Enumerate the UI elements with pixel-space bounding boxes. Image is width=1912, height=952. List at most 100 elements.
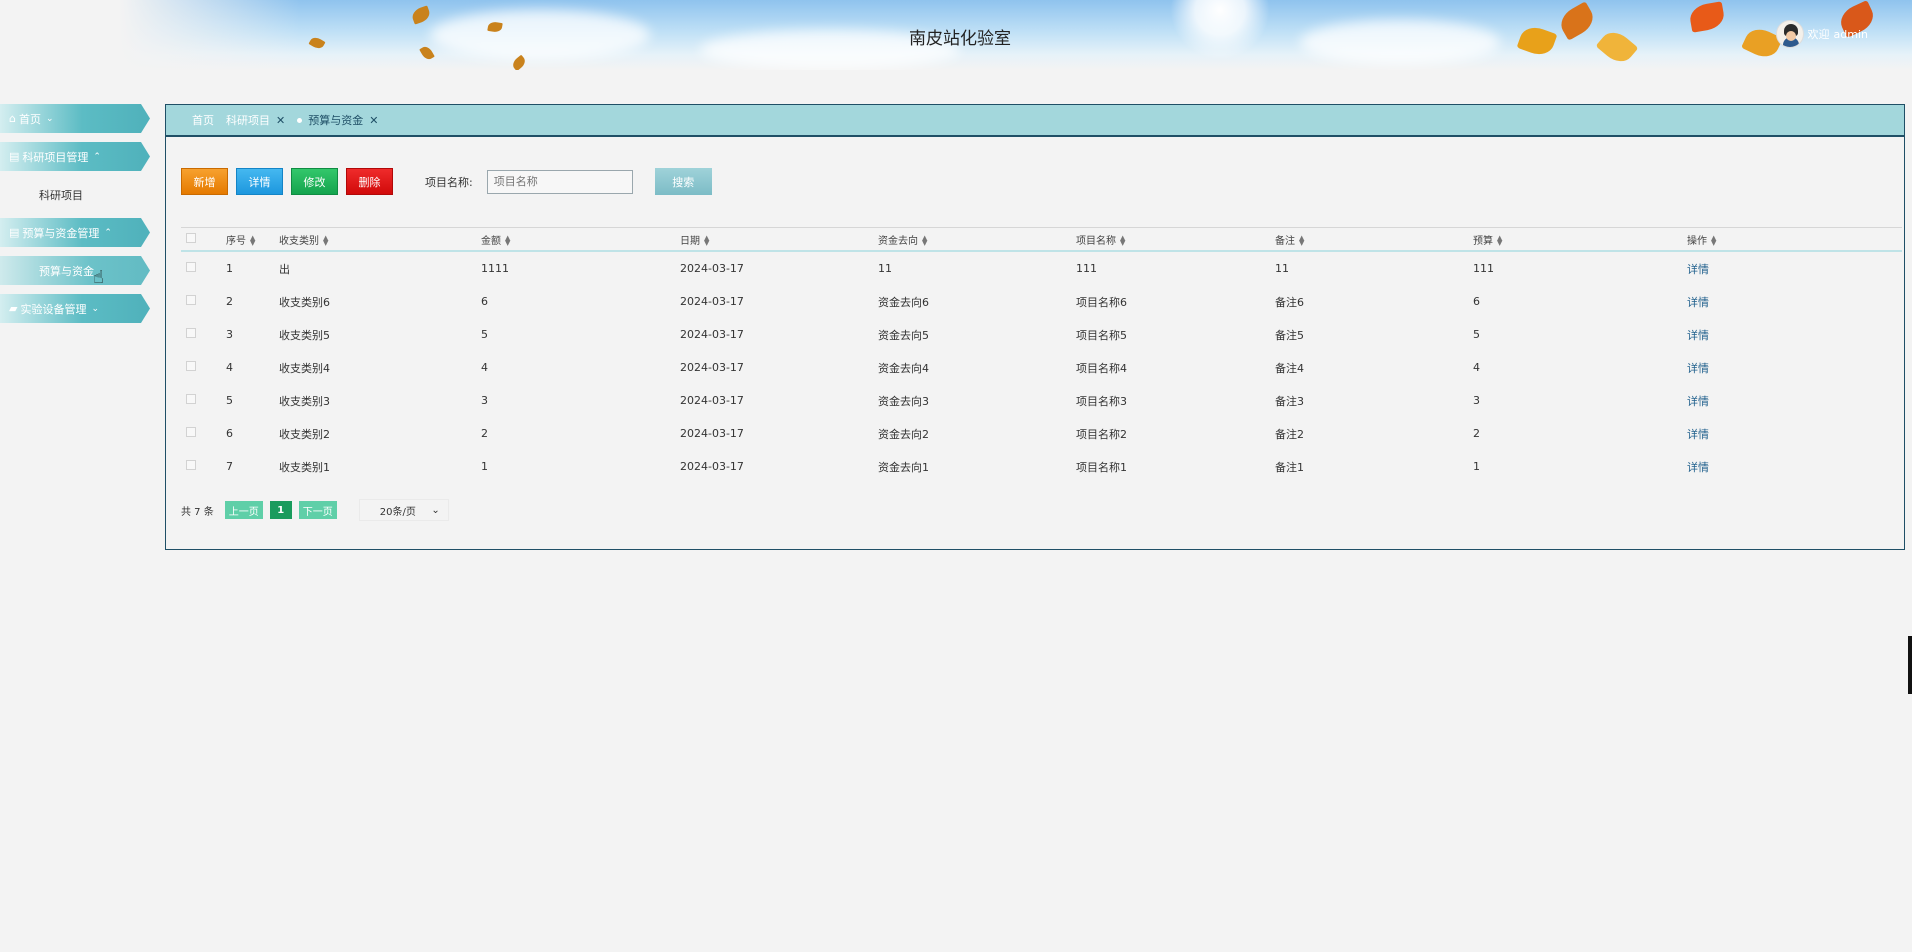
sort-icon[interactable]: ▲ ▼: [250, 234, 255, 246]
row-detail-link[interactable]: 详情: [1687, 296, 1709, 309]
sidebar-item-budget-funds[interactable]: 预算与资金: [0, 256, 150, 285]
table-cell-amount: 6: [481, 295, 488, 308]
sidebar-item-label: 科研项目管理: [22, 150, 89, 164]
table-cell-type: 收支类别2: [279, 427, 330, 441]
table-cell-flow: 资金去向4: [878, 361, 929, 375]
sort-icon[interactable]: ▲ ▼: [1299, 234, 1304, 246]
edit-button[interactable]: 修改: [291, 168, 338, 195]
sidebar-item-home[interactable]: ⌂ 首页 ⌄: [0, 104, 150, 133]
sort-icon[interactable]: ▲ ▼: [922, 234, 927, 246]
tab-label: 预算与资金: [308, 114, 364, 127]
delete-button[interactable]: 删除: [346, 168, 393, 195]
table-cell-date: 2024-03-17: [680, 460, 744, 473]
column-header-project-name[interactable]: 项目名称 ▲ ▼: [1076, 232, 1275, 247]
add-button[interactable]: 新增: [181, 168, 228, 195]
column-header-budget[interactable]: 预算 ▲ ▼: [1473, 232, 1671, 247]
table-row[interactable]: 2 收支类别6 6 2024-03-17 资金去向6 项目名称6 备注6 6 详情: [181, 285, 1902, 318]
sidebar-item-equipment-management[interactable]: ▰ 实验设备管理 ⌄: [0, 294, 150, 323]
column-header-actions[interactable]: 操作 ▲ ▼: [1671, 232, 1891, 247]
row-checkbox[interactable]: [186, 394, 196, 404]
table-cell-type: 收支类别4: [279, 361, 330, 375]
table-row[interactable]: 3 收支类别5 5 2024-03-17 资金去向5 项目名称5 备注5 5 详情: [181, 318, 1902, 351]
row-detail-link[interactable]: 详情: [1687, 395, 1709, 408]
row-detail-link[interactable]: 详情: [1687, 428, 1709, 441]
sidebar: ⌂ 首页 ⌄ ▤ 科研项目管理 ⌃ 科研项目 ▤ 预算与资金管理 ⌃ 预算与资金…: [0, 104, 150, 332]
sort-icon[interactable]: ▲ ▼: [505, 234, 510, 246]
column-header-amount[interactable]: 金额 ▲ ▼: [481, 232, 680, 247]
table-row[interactable]: 7 收支类别1 1 2024-03-17 资金去向1 项目名称1 备注1 1 详情: [181, 450, 1902, 483]
close-icon[interactable]: ✕: [276, 114, 285, 127]
table-cell-idx: 3: [226, 328, 233, 341]
table-cell-idx: 7: [226, 460, 233, 473]
table-cell-flow: 资金去向6: [878, 295, 929, 309]
sort-icon[interactable]: ▲ ▼: [323, 234, 328, 246]
column-header-note[interactable]: 备注 ▲ ▼: [1275, 232, 1473, 247]
next-page-button[interactable]: 下一页: [298, 501, 337, 519]
row-detail-link[interactable]: 详情: [1687, 461, 1709, 474]
sidebar-item-research-projects[interactable]: 科研项目: [0, 180, 150, 209]
row-select-cell: [181, 394, 226, 407]
column-header-date[interactable]: 日期 ▲ ▼: [680, 232, 878, 247]
main-panel: 首页 科研项目 ✕ 预算与资金 ✕ 新增 详情 修改 删除 项目名称: 搜索 序…: [165, 104, 1905, 550]
row-checkbox[interactable]: [186, 328, 196, 338]
tab-budget-funds[interactable]: 预算与资金 ✕: [297, 112, 378, 128]
table-cell-budget: 3: [1473, 394, 1480, 407]
close-icon[interactable]: ✕: [369, 114, 378, 127]
sidebar-item-research-management[interactable]: ▤ 科研项目管理 ⌃: [0, 142, 150, 171]
table-cell-budget: 2: [1473, 427, 1480, 440]
row-checkbox[interactable]: [186, 427, 196, 437]
avatar[interactable]: [1775, 20, 1804, 48]
row-detail-link[interactable]: 详情: [1687, 329, 1709, 342]
column-header-flow[interactable]: 资金去向 ▲ ▼: [878, 232, 1076, 247]
sort-icon[interactable]: ▲ ▼: [704, 234, 709, 246]
active-dot-icon: [297, 117, 303, 123]
search-button[interactable]: 搜索: [654, 168, 712, 195]
sidebar-item-budget-management[interactable]: ▤ 预算与资金管理 ⌃: [0, 218, 150, 247]
page-number-button[interactable]: 1: [269, 501, 292, 519]
chevron-down-icon: ⌄: [91, 303, 100, 314]
table-cell-name: 111: [1076, 262, 1097, 275]
row-detail-link[interactable]: 详情: [1687, 362, 1709, 375]
table-cell-date: 2024-03-17: [680, 328, 744, 341]
row-checkbox[interactable]: [186, 361, 196, 371]
actions-cell: 详情: [1671, 459, 1891, 475]
table-header-row: 序号 ▲ ▼ 收支类别 ▲ ▼ 金额 ▲ ▼ 日期 ▲ ▼ 资金去向 ▲ ▼ 项目名称 ▲ ▼ 备注 ▲ ▼…: [181, 227, 1902, 252]
tab-label: 科研项目: [226, 114, 270, 127]
select-all-cell: [181, 232, 226, 246]
actions-cell: 详情: [1671, 393, 1891, 409]
tab-label: 首页: [192, 114, 214, 127]
column-header-type[interactable]: 收支类别 ▲ ▼: [279, 232, 481, 247]
row-checkbox[interactable]: [186, 262, 196, 272]
header-banner: 南皮站化验室 欢迎 admin: [0, 0, 1912, 70]
table-cell-name: 项目名称2: [1076, 427, 1127, 441]
table-row[interactable]: 1 出 1111 2024-03-17 11 111 11 111 详情: [181, 252, 1902, 285]
column-header-index[interactable]: 序号 ▲ ▼: [226, 232, 279, 247]
total-count: 共 7 条: [181, 506, 214, 518]
row-checkbox[interactable]: [186, 295, 196, 305]
user-area[interactable]: 欢迎 admin: [1775, 20, 1868, 48]
actions-cell: 详情: [1671, 294, 1891, 310]
prev-page-button[interactable]: 上一页: [224, 501, 263, 519]
tab-home[interactable]: 首页: [192, 112, 214, 128]
table-row[interactable]: 6 收支类别2 2 2024-03-17 资金去向2 项目名称2 备注2 2 详情: [181, 417, 1902, 450]
table-cell-name: 项目名称3: [1076, 394, 1127, 408]
row-detail-link[interactable]: 详情: [1687, 263, 1709, 276]
sidebar-item-label: 首页: [18, 112, 41, 126]
table-cell-amount: 5: [481, 328, 488, 341]
table-cell-budget: 5: [1473, 328, 1480, 341]
sort-icon[interactable]: ▲ ▼: [1711, 234, 1716, 246]
sort-icon[interactable]: ▲ ▼: [1120, 234, 1125, 246]
page-size-select[interactable]: 20条/页 ⌄: [358, 499, 449, 521]
search-input[interactable]: [486, 169, 633, 194]
row-checkbox[interactable]: [186, 460, 196, 470]
table-cell-type: 出: [279, 262, 290, 276]
detail-button[interactable]: 详情: [236, 168, 283, 195]
scroll-handle[interactable]: [1908, 636, 1912, 694]
tab-research-projects[interactable]: 科研项目 ✕: [226, 112, 285, 128]
select-all-checkbox[interactable]: [186, 232, 196, 243]
sort-icon[interactable]: ▲ ▼: [1497, 234, 1502, 246]
table-row[interactable]: 5 收支类别3 3 2024-03-17 资金去向3 项目名称3 备注3 3 详情: [181, 384, 1902, 417]
table-row[interactable]: 4 收支类别4 4 2024-03-17 资金去向4 项目名称4 备注4 4 详情: [181, 351, 1902, 384]
row-select-cell: [181, 427, 226, 440]
username[interactable]: admin: [1834, 28, 1868, 41]
